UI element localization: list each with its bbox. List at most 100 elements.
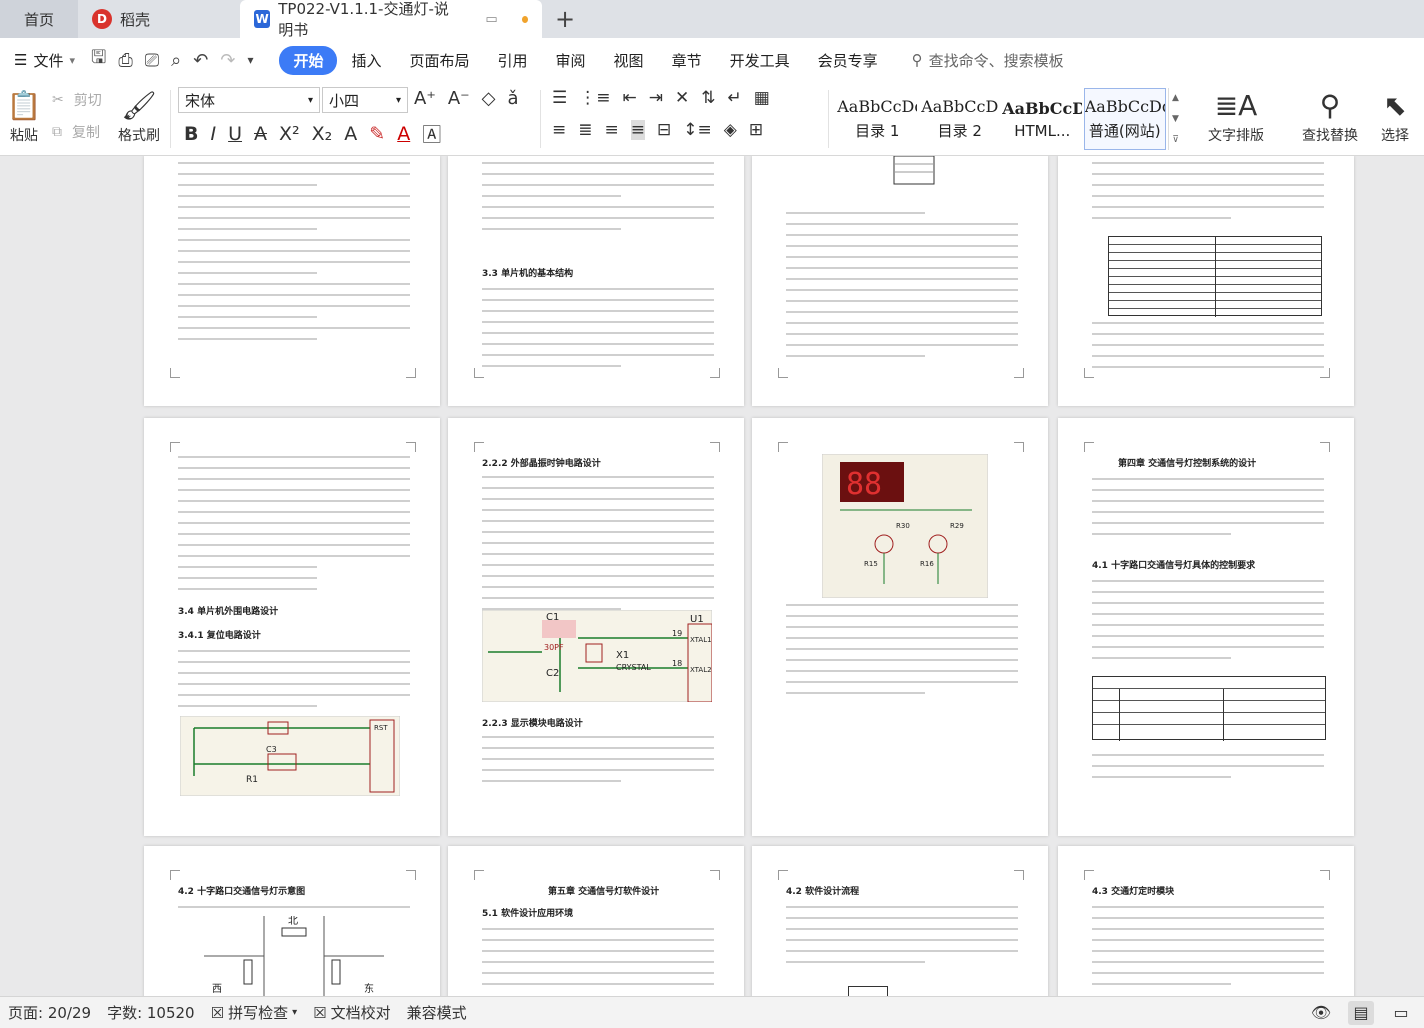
paste-button[interactable]: 📋 粘贴	[2, 86, 46, 150]
print-icon[interactable]: ⎚	[145, 50, 159, 71]
format-painter-button[interactable]: 🖌 格式刷	[114, 86, 164, 150]
document-page[interactable]: 3.4 单片机外围电路设计 3.4.1 复位电路设计 C3 R1 RST	[144, 418, 440, 836]
tab-chapter[interactable]: 章节	[658, 46, 716, 75]
text-color-icon[interactable]: A	[344, 123, 357, 145]
brush-icon: 🖌	[121, 89, 157, 122]
bold-icon[interactable]: B	[184, 123, 198, 145]
text-block	[1092, 906, 1324, 994]
file-menu[interactable]: ☰ 文件 ▾	[6, 50, 83, 71]
select-button[interactable]: ⬉ 选择	[1370, 86, 1420, 150]
chevron-down-icon[interactable]: ▼	[1172, 114, 1179, 124]
style-normal-web[interactable]: AaBbCcDd 普通(网站)	[1083, 88, 1167, 150]
quick-more-icon[interactable]: ▾	[247, 53, 253, 67]
shading-icon[interactable]: ◈	[724, 120, 737, 140]
page-view-icon[interactable]: ▤	[1348, 1000, 1374, 1025]
style-toc2[interactable]: AaBbCcD 目录 2	[919, 88, 1002, 150]
align-right-icon[interactable]: ≡	[605, 120, 619, 140]
copy-button[interactable]: ⧉ 复制	[52, 122, 100, 142]
save-icon[interactable]: 🖫	[91, 45, 106, 75]
phonetic-icon[interactable]: ǎ	[508, 88, 519, 109]
text-block	[786, 212, 1018, 366]
document-page[interactable]	[752, 156, 1048, 406]
distributed-icon[interactable]: ⊟	[657, 120, 671, 140]
new-tab-button[interactable]: +	[542, 0, 588, 38]
cursor-arrow-icon: ⬉	[1383, 89, 1407, 122]
text-block	[1092, 162, 1324, 228]
align-left-icon[interactable]: ≡	[552, 120, 566, 140]
document-page[interactable]: 4.2 十字路口交通信号灯示意图 北 西 东	[144, 846, 440, 996]
chinese-layout-icon[interactable]: ✕	[675, 88, 689, 108]
tab-view[interactable]: 视图	[600, 46, 658, 75]
tab-home[interactable]: 首页	[0, 0, 78, 38]
text-layout-button[interactable]: ≣A 文字排版	[1196, 86, 1276, 150]
numbered-list-icon[interactable]: ⋮≡	[579, 88, 610, 108]
document-page[interactable]: 2.2.2 外部晶振时钟电路设计 C1 30PF C2 X1 CRYSTAL U…	[448, 418, 744, 836]
char-border-icon[interactable]: 🄰	[422, 120, 441, 147]
clipboard-icon: 📋	[6, 89, 42, 122]
document-canvas[interactable]: 3.3 单片机的基本结构 3.4 单片机外围电路设计 3.4.1 复位电路设计 …	[0, 156, 1424, 996]
page-indicator[interactable]: 页面: 20/29	[0, 1002, 99, 1023]
font-name-select[interactable]: 宋体 ▾	[178, 87, 320, 113]
grow-font-icon[interactable]: A⁺	[414, 88, 436, 109]
tab-layout[interactable]: 页面布局	[396, 46, 484, 75]
quick-access: 🖫 ⎙ ⎚ ⌕ ↶ ↷ ▾	[91, 45, 253, 75]
subscript-icon[interactable]: X₂	[312, 123, 333, 145]
paragraph-tools-row2: ≡ ≣ ≡ ≡ ⊟ ↕≡ ◈ ⊞	[552, 120, 763, 140]
print-preview-icon[interactable]: ⌕	[171, 50, 181, 71]
document-page[interactable]: 4.2 软件设计流程	[752, 846, 1048, 996]
find-replace-button[interactable]: ⚲ 查找替换	[1290, 86, 1370, 150]
tab-daoke[interactable]: D 稻壳	[78, 0, 240, 38]
document-page[interactable]	[1058, 156, 1354, 406]
document-page[interactable]: 4.3 交通灯定时模块	[1058, 846, 1354, 996]
document-page[interactable]: 第四章 交通信号灯控制系统的设计 4.1 十字路口交通信号灯具体的控制要求	[1058, 418, 1354, 836]
full-page-icon[interactable]: ▭	[1388, 1001, 1414, 1025]
tab-insert[interactable]: 插入	[337, 46, 395, 75]
section-heading: 4.1 十字路口交通信号灯具体的控制要求	[1092, 561, 1256, 571]
style-gallery-scroll[interactable]: ▲ ▼ ⊽	[1168, 88, 1182, 150]
bullet-list-icon[interactable]: ☰	[552, 88, 567, 108]
tab-developer[interactable]: 开发工具	[716, 46, 804, 75]
align-center-icon[interactable]: ≣	[578, 120, 592, 140]
show-marks-icon[interactable]: ↵	[728, 88, 742, 108]
document-page[interactable]: 第五章 交通信号灯软件设计 5.1 软件设计应用环境	[448, 846, 744, 996]
tab-document[interactable]: W TP022-V1.1.1-交通灯-说明书 ▭	[240, 0, 542, 39]
document-page[interactable]: 88 R30 R29 R15 R16	[752, 418, 1048, 836]
document-page[interactable]: 3.3 单片机的基本结构	[448, 156, 744, 406]
spell-check-button[interactable]: ☒ 拼写检查 ▾	[203, 1002, 306, 1023]
italic-icon[interactable]: I	[210, 123, 216, 145]
cut-button[interactable]: ✂ 剪切	[52, 90, 102, 110]
border-icon[interactable]: ⊞	[749, 120, 763, 140]
export-icon[interactable]: ⎙	[118, 50, 132, 71]
word-count[interactable]: 字数: 10520	[99, 1002, 203, 1023]
circuit-label: RST	[374, 724, 388, 732]
style-html[interactable]: AaBbCcD HTML...	[1001, 88, 1084, 150]
underline-icon[interactable]: U	[228, 123, 242, 145]
document-page[interactable]	[144, 156, 440, 406]
style-toc1[interactable]: AaBbCcDd 目录 1	[836, 88, 919, 150]
monitor-icon[interactable]: ▭	[485, 12, 497, 27]
shrink-font-icon[interactable]: A⁻	[448, 88, 470, 109]
tab-reference[interactable]: 引用	[484, 46, 542, 75]
table-icon[interactable]: ▦	[754, 88, 770, 108]
font-size-select[interactable]: 小四 ▾	[322, 87, 408, 113]
command-search[interactable]: ⚲ 查找命令、搜索模板	[912, 50, 1064, 71]
increase-indent-icon[interactable]: ⇥	[649, 88, 663, 108]
tab-start[interactable]: 开始	[279, 45, 338, 75]
decrease-indent-icon[interactable]: ⇤	[623, 88, 637, 108]
highlight-icon[interactable]: ✎	[369, 123, 385, 145]
expand-icon[interactable]: ⊽	[1172, 135, 1179, 145]
sort-icon[interactable]: ⇅	[701, 88, 715, 108]
font-color-icon[interactable]: A	[397, 123, 410, 145]
tab-member[interactable]: 会员专享	[804, 46, 892, 75]
superscript-icon[interactable]: X²	[279, 123, 300, 145]
tab-review[interactable]: 审阅	[542, 46, 600, 75]
proofread-button[interactable]: ☒ 文档校对	[305, 1002, 398, 1023]
justify-icon[interactable]: ≡	[630, 120, 645, 140]
chevron-up-icon[interactable]: ▲	[1172, 93, 1179, 103]
strikethrough-icon[interactable]: A	[254, 123, 267, 145]
redo-icon[interactable]: ↷	[220, 50, 235, 71]
undo-icon[interactable]: ↶	[193, 50, 208, 71]
clear-format-icon[interactable]: ◇	[482, 88, 496, 109]
line-spacing-icon[interactable]: ↕≡	[683, 120, 712, 140]
eye-protection-icon[interactable]: 👁	[1308, 1001, 1334, 1025]
